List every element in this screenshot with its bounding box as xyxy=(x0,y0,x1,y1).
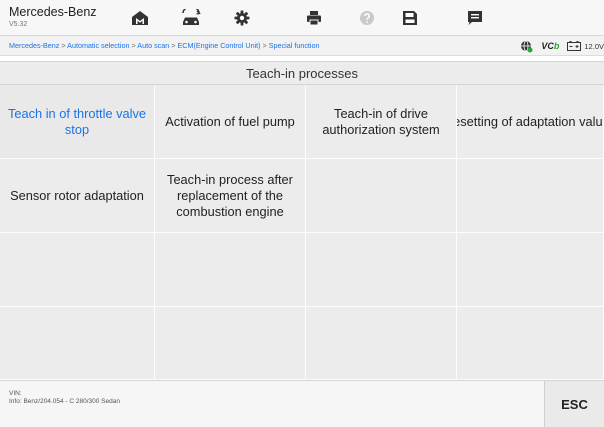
breadcrumb-item[interactable]: Mercedes-Benz xyxy=(9,41,59,50)
footer: VIN: Info: Benz/204.054 - C 280/300 Seda… xyxy=(0,380,604,427)
breadcrumb-item[interactable]: ECM(Engine Control Unit) xyxy=(177,41,260,50)
message-button[interactable] xyxy=(453,4,497,32)
help-button[interactable] xyxy=(345,4,389,32)
empty-cell xyxy=(155,307,306,380)
function-label: Sensor rotor adaptation xyxy=(10,187,144,203)
save-button[interactable] xyxy=(388,4,432,32)
empty-cell xyxy=(306,233,457,307)
status-icons: VCb 12.0V xyxy=(520,39,604,53)
home-icon xyxy=(132,11,148,25)
settings-button[interactable] xyxy=(220,4,264,32)
breadcrumb-item[interactable]: Automatic selection xyxy=(67,41,129,50)
breadcrumb-separator: > xyxy=(131,41,136,50)
function-label: Teach in of throttle valve stop xyxy=(8,105,146,137)
breadcrumb-separator: > xyxy=(262,41,267,50)
vci-connected-indicator: b xyxy=(553,41,560,51)
section-title: Teach-in processes xyxy=(0,61,604,85)
battery-voltage: 12.0V xyxy=(567,41,604,51)
function-label: Resetting of adaptation values xyxy=(457,113,603,129)
breadcrumb-item[interactable]: Special function xyxy=(269,41,320,50)
vin-label: VIN: xyxy=(9,390,22,397)
esc-button[interactable]: ESC xyxy=(544,381,604,427)
car-icon xyxy=(182,9,201,25)
function-cell[interactable]: Teach-in process after replacement of th… xyxy=(155,159,306,233)
empty-cell xyxy=(0,307,155,380)
empty-cell xyxy=(457,159,604,233)
save-icon xyxy=(403,11,417,25)
vehicle-info-text: Info: Benz/204.054 - C 280/300 Sedan xyxy=(9,398,120,405)
vci-label: VC xyxy=(541,41,554,51)
gear-icon xyxy=(234,10,250,26)
vehicle-info: VIN: Info: Benz/204.054 - C 280/300 Seda… xyxy=(9,390,120,406)
battery-icon xyxy=(567,41,582,51)
home-button[interactable] xyxy=(118,4,162,32)
breadcrumb: Mercedes-Benz > Automatic selection > Au… xyxy=(9,41,320,50)
function-cell[interactable]: Activation of fuel pump xyxy=(155,85,306,159)
function-label: Teach-in process after replacement of th… xyxy=(167,171,293,219)
network-icon xyxy=(521,40,533,52)
function-grid: Teach in of throttle valve stop Activatio… xyxy=(0,85,604,380)
breadcrumb-item[interactable]: Auto scan xyxy=(137,41,169,50)
brand-block: Mercedes-Benz V5.32 xyxy=(9,5,97,30)
printer-icon xyxy=(307,11,321,26)
empty-cell xyxy=(306,307,457,380)
voltage-value: 12.0V xyxy=(584,41,604,51)
vehicle-swap-button[interactable] xyxy=(169,4,213,32)
function-cell[interactable]: Teach-in of drive authorization system xyxy=(306,85,457,159)
function-cell[interactable]: Resetting of adaptation values xyxy=(457,85,604,159)
empty-cell xyxy=(457,307,604,380)
brand-title: Mercedes-Benz xyxy=(9,5,97,19)
function-cell[interactable]: Sensor rotor adaptation xyxy=(0,159,155,233)
help-icon xyxy=(360,11,374,25)
top-toolbar: Mercedes-Benz V5.32 xyxy=(0,0,604,36)
breadcrumb-separator: > xyxy=(171,41,176,50)
message-icon xyxy=(468,11,482,25)
empty-cell xyxy=(0,233,155,307)
print-button[interactable] xyxy=(292,4,336,32)
function-cell[interactable]: Teach in of throttle valve stop xyxy=(0,85,155,159)
breadcrumb-separator: > xyxy=(61,41,66,50)
breadcrumb-bar: Mercedes-Benz > Automatic selection > Au… xyxy=(0,36,604,56)
function-label: Activation of fuel pump xyxy=(165,113,295,129)
function-label: Teach-in of drive authorization system xyxy=(322,105,440,137)
empty-cell xyxy=(306,159,457,233)
empty-cell xyxy=(155,233,306,307)
vci-status: VCb xyxy=(541,41,559,51)
empty-cell xyxy=(457,233,604,307)
software-version: V5.32 xyxy=(9,21,28,28)
